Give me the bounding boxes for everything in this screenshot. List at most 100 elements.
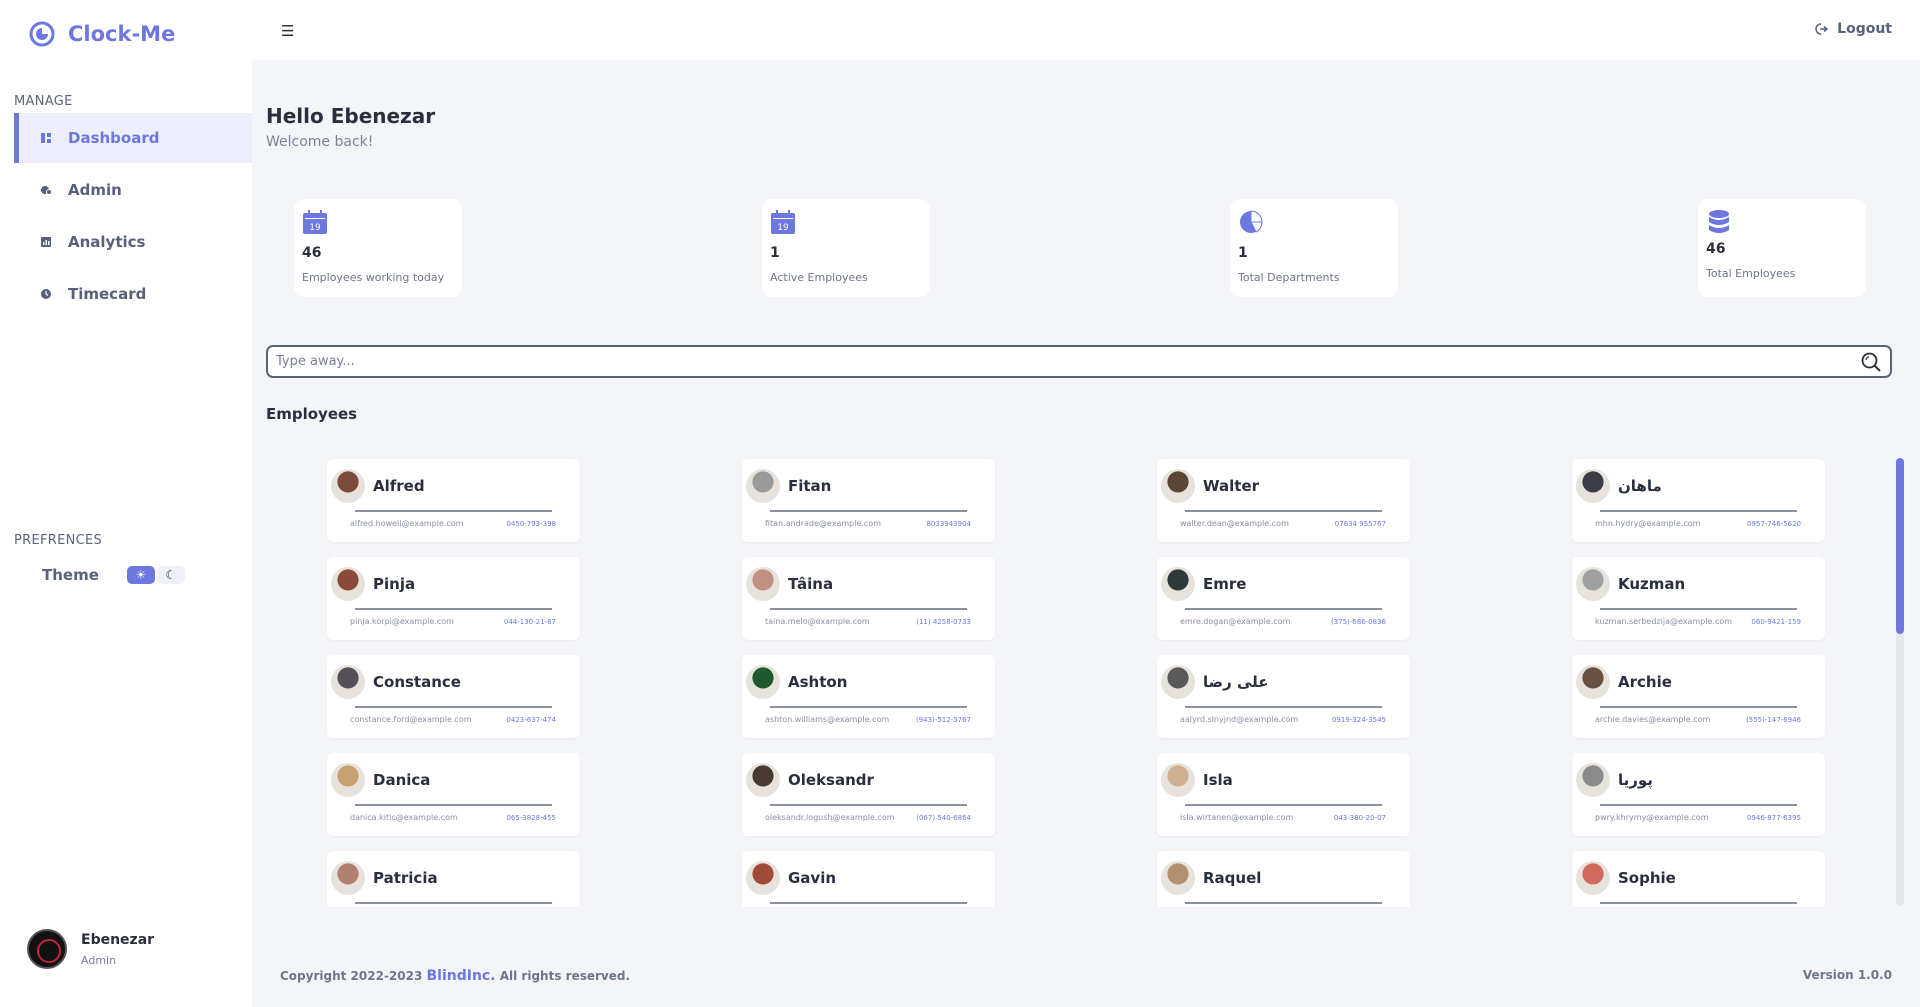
avatar [746,567,780,601]
copyright: Copyright 2022-2023 BlindInc. All rights… [280,968,630,984]
employee-phone: 0450-793-398 [506,520,556,528]
employee-card[interactable]: Constance constance.ford@example.com 0423-… [327,655,580,738]
employee-email: fitan.andrade@example.com [765,519,881,528]
employee-card[interactable]: Ashton ashton.williams@example.com (943)-5… [742,655,995,738]
dashboard-icon [41,133,51,143]
employee-card[interactable]: Emre emre.dogan@example.com (375)-686-0836 [1157,557,1410,640]
employee-card[interactable]: Raquel [1157,851,1410,907]
employee-card[interactable]: Alfred alfred.howell@example.com 0450-793-… [327,459,580,542]
employee-name: Danica [373,771,431,789]
avatar [1161,567,1195,601]
stat-value: 1 [770,245,780,261]
divider [1600,706,1797,708]
employee-card[interactable]: Oleksandr oleksandr.logush@example.com (06… [742,753,995,836]
page-subtitle: Welcome back! [266,134,374,150]
avatar [1576,469,1610,503]
scrollbar-thumb[interactable] [1896,458,1904,634]
employee-card[interactable]: Tâina taina.melo@example.com (11) 4258-073… [742,557,995,640]
logout-button[interactable]: Logout [1815,21,1892,37]
sidebar-nav: Dashboard Admin Analytics Timecard [14,113,252,321]
admin-icon [41,186,52,195]
divider [1600,608,1797,610]
stat-label: Total Departments [1238,271,1340,284]
avatar [1576,861,1610,895]
employee-phone: 0946-877-6395 [1746,814,1801,822]
employee-phone: 065-3828-455 [506,814,556,822]
employee-card[interactable]: پوریا pwry.khrymy@example.com 0946-877-639… [1572,753,1825,836]
employee-name: Ashton [788,673,848,691]
avatar [1576,567,1610,601]
preferences-section-label: PREFRENCES [14,533,103,548]
search-icon[interactable] [1860,351,1882,373]
svg-text:19: 19 [309,223,321,233]
avatar [746,665,780,699]
employee-email: walter.dean@example.com [1180,519,1289,528]
employee-list-scrollbar[interactable] [1896,458,1904,906]
employee-email: danica.kitic@example.com [350,813,458,822]
employee-card[interactable]: Pinja pinja.korpi@example.com 044-130-21-8… [327,557,580,640]
greeting: Hello Ebenezar Welcome back! [266,104,435,150]
employee-card[interactable]: Isla isla.wirtanen@example.com 043-380-20-… [1157,753,1410,836]
avatar [1161,469,1195,503]
sidebar-item-admin[interactable]: Admin [14,165,252,215]
brand-link[interactable]: BlindInc. [427,968,496,984]
employee-card[interactable]: Walter walter.dean@example.com 07634 95576… [1157,459,1410,542]
avatar [331,861,365,895]
avatar [746,763,780,797]
stat-value: 46 [1706,241,1726,257]
divider [770,510,967,512]
employee-name: Raquel [1203,869,1262,887]
brand[interactable]: Clock-Me [28,20,175,48]
page-title: Hello Ebenezar [266,104,436,128]
divider [355,804,552,806]
calendar-icon: 19 [771,210,795,234]
user-role: Admin [81,953,117,967]
stat-label: Employees working today [302,271,445,284]
divider [1600,902,1797,904]
employee-phone: (943)-512-5767 [915,716,971,724]
topbar: ☰ Logout [252,0,1920,60]
employee-name: Kuzman [1618,575,1686,593]
employee-card[interactable]: Danica danica.kitic@example.com 065-3828-4… [327,753,580,836]
employee-name: Oleksandr [788,771,874,789]
hamburger-menu-icon[interactable]: ☰ [281,22,294,40]
employee-card[interactable]: ماهان mhn.hydry@example.com 0957-746-5620 [1572,459,1825,542]
avatar [1576,763,1610,797]
employee-card[interactable]: Archie archie.davies@example.com (555)-147… [1572,655,1825,738]
divider [355,902,552,904]
divider [1185,706,1382,708]
avatar [1161,861,1195,895]
employee-phone: 060-9421-159 [1751,618,1801,626]
employee-phone: (375)-686-0836 [1330,618,1386,626]
user-profile[interactable]: Ebenezar Admin [27,929,154,969]
copyright-prefix: Copyright 2022-2023 [280,969,427,983]
employee-phone: (067) 540-6864 [916,814,971,822]
employee-card[interactable]: Gavin [742,851,995,907]
avatar [746,469,780,503]
employee-email: alfred.howell@example.com [350,519,464,528]
avatar [1161,665,1195,699]
sun-icon[interactable]: ☀ [126,566,155,584]
employee-name: Emre [1203,575,1247,593]
moon-icon[interactable]: ☾ [156,566,185,584]
employee-card[interactable]: Sophie [1572,851,1825,907]
avatar [331,469,365,503]
stat-value: 46 [302,245,322,261]
employee-grid: Alfred alfred.howell@example.com 0450-793-… [252,452,1902,907]
avatar [1161,763,1195,797]
calendar-icon: 19 [303,210,327,234]
search-input[interactable] [268,347,1828,376]
employee-phone: (11) 4258-0733 [916,618,971,626]
employee-card[interactable]: علی رضا aalyrd.slnyjnd@example.com 0919-32… [1157,655,1410,738]
employee-email: emre.dogan@example.com [1180,617,1291,626]
employees-heading: Employees [266,405,358,423]
manage-section-label: MANAGE [14,94,73,109]
employee-card[interactable]: Fitan fitan.andrade@example.com 8033943904 [742,459,995,542]
sidebar-item-dashboard[interactable]: Dashboard [14,113,252,163]
employee-phone: 043-380-20-07 [1333,814,1386,822]
theme-toggle[interactable]: ☀ ☾ [126,566,185,584]
employee-card[interactable]: Kuzman kuzman.serbedzija@example.com 060-9… [1572,557,1825,640]
sidebar-item-analytics[interactable]: Analytics [14,217,252,267]
employee-card[interactable]: Patricia [327,851,580,907]
sidebar-item-timecard[interactable]: Timecard [14,269,252,319]
